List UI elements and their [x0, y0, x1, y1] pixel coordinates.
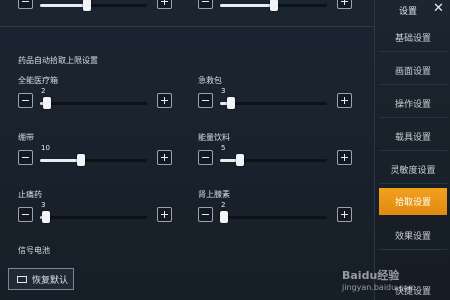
minus-button[interactable]	[18, 150, 33, 165]
minus-button[interactable]	[198, 0, 213, 9]
slider-thumb[interactable]	[226, 97, 235, 109]
slider-value: 5	[221, 144, 226, 152]
sidebar-item-controls[interactable]: 操作设置	[379, 90, 447, 118]
minus-button[interactable]	[198, 150, 213, 165]
minus-button[interactable]	[18, 93, 33, 108]
slider-thumb[interactable]	[76, 154, 85, 166]
plus-button[interactable]	[337, 93, 352, 108]
partial-slider-right[interactable]	[198, 0, 358, 14]
plus-button[interactable]	[337, 150, 352, 165]
reset-icon	[17, 275, 27, 283]
slider-energy-drink: 能量饮料 5	[198, 132, 358, 182]
slider-track[interactable]	[40, 97, 147, 109]
slider-value: 2	[41, 87, 46, 95]
sidebar-item-pickup[interactable]: 拾取设置	[379, 188, 447, 215]
plus-button[interactable]	[157, 93, 172, 108]
sidebar-item-graphics[interactable]: 画面设置	[379, 57, 447, 85]
slider-thumb[interactable]	[220, 211, 229, 223]
slider-track[interactable]	[40, 154, 147, 166]
slider-label: 急救包	[198, 76, 222, 85]
slider-track[interactable]	[220, 0, 327, 11]
sidebar-item-vehicle[interactable]: 载具设置	[379, 123, 447, 151]
slider-value: 10	[41, 144, 50, 152]
slider-label: 能量饮料	[198, 133, 230, 142]
watermark-brand: Baidu经验	[342, 269, 400, 282]
minus-button[interactable]	[198, 207, 213, 222]
slider-fill	[40, 4, 88, 7]
slider-value: 3	[41, 201, 46, 209]
plus-button[interactable]	[157, 150, 172, 165]
signal-battery-label: 信号电池	[18, 246, 50, 255]
slider-thumb[interactable]	[42, 211, 51, 223]
slider-track[interactable]	[220, 154, 327, 166]
slider-fill	[40, 159, 81, 162]
slider-first-aid-pack: 急救包 3	[198, 75, 358, 125]
slider-thumb[interactable]	[236, 154, 245, 166]
settings-content-panel: 药品自动拾取上限设置 全能医疗箱 2 急救包 3 绷带 10 能量饮料 5 止痛…	[0, 0, 374, 300]
slider-label: 止痛药	[18, 190, 42, 199]
sidebar-title: 设置	[399, 7, 418, 17]
slider-painkiller: 止痛药 3	[18, 189, 178, 239]
slider-thumb[interactable]	[43, 97, 52, 109]
reset-label: 恢复默认	[32, 275, 69, 286]
slider-value: 2	[221, 201, 226, 209]
watermark: Baidu经验 jingyan.baidu.com	[342, 270, 416, 294]
slider-track[interactable]	[40, 211, 147, 223]
slider-track[interactable]	[40, 0, 147, 11]
slider-bandage: 绷带 10	[18, 132, 178, 182]
partial-slider-left[interactable]	[18, 0, 178, 14]
watermark-url: jingyan.baidu.com	[342, 283, 416, 292]
minus-button[interactable]	[18, 207, 33, 222]
close-icon[interactable]: ✕	[433, 1, 444, 16]
slider-label: 全能医疗箱	[18, 76, 58, 85]
minus-button[interactable]	[18, 0, 33, 9]
slider-thumb[interactable]	[83, 0, 92, 11]
slider-value: 3	[221, 87, 226, 95]
slider-track[interactable]	[220, 211, 327, 223]
plus-button[interactable]	[157, 0, 172, 9]
sidebar-item-sensitivity[interactable]: 灵敏度设置	[379, 156, 447, 184]
plus-button[interactable]	[337, 207, 352, 222]
slider-thumb[interactable]	[269, 0, 278, 11]
slider-first-aid-kit: 全能医疗箱 2	[18, 75, 178, 125]
sidebar-item-basic[interactable]: 基础设置	[379, 24, 447, 52]
reset-default-button[interactable]: 恢复默认	[8, 268, 74, 290]
plus-button[interactable]	[157, 207, 172, 222]
section-title: 药品自动拾取上限设置	[18, 56, 98, 65]
slider-track[interactable]	[220, 97, 327, 109]
slider-label: 肾上腺素	[198, 190, 230, 199]
minus-button[interactable]	[198, 93, 213, 108]
sidebar-item-effects[interactable]: 效果设置	[379, 222, 447, 250]
settings-sidebar: 设置 ✕ 基础设置 画面设置 操作设置 载具设置 灵敏度设置 拾取设置 效果设置…	[374, 0, 450, 300]
slider-fill	[220, 4, 274, 7]
slider-label: 绷带	[18, 133, 34, 142]
divider	[0, 26, 374, 27]
plus-button[interactable]	[337, 0, 352, 9]
slider-adrenaline: 肾上腺素 2	[198, 189, 358, 239]
